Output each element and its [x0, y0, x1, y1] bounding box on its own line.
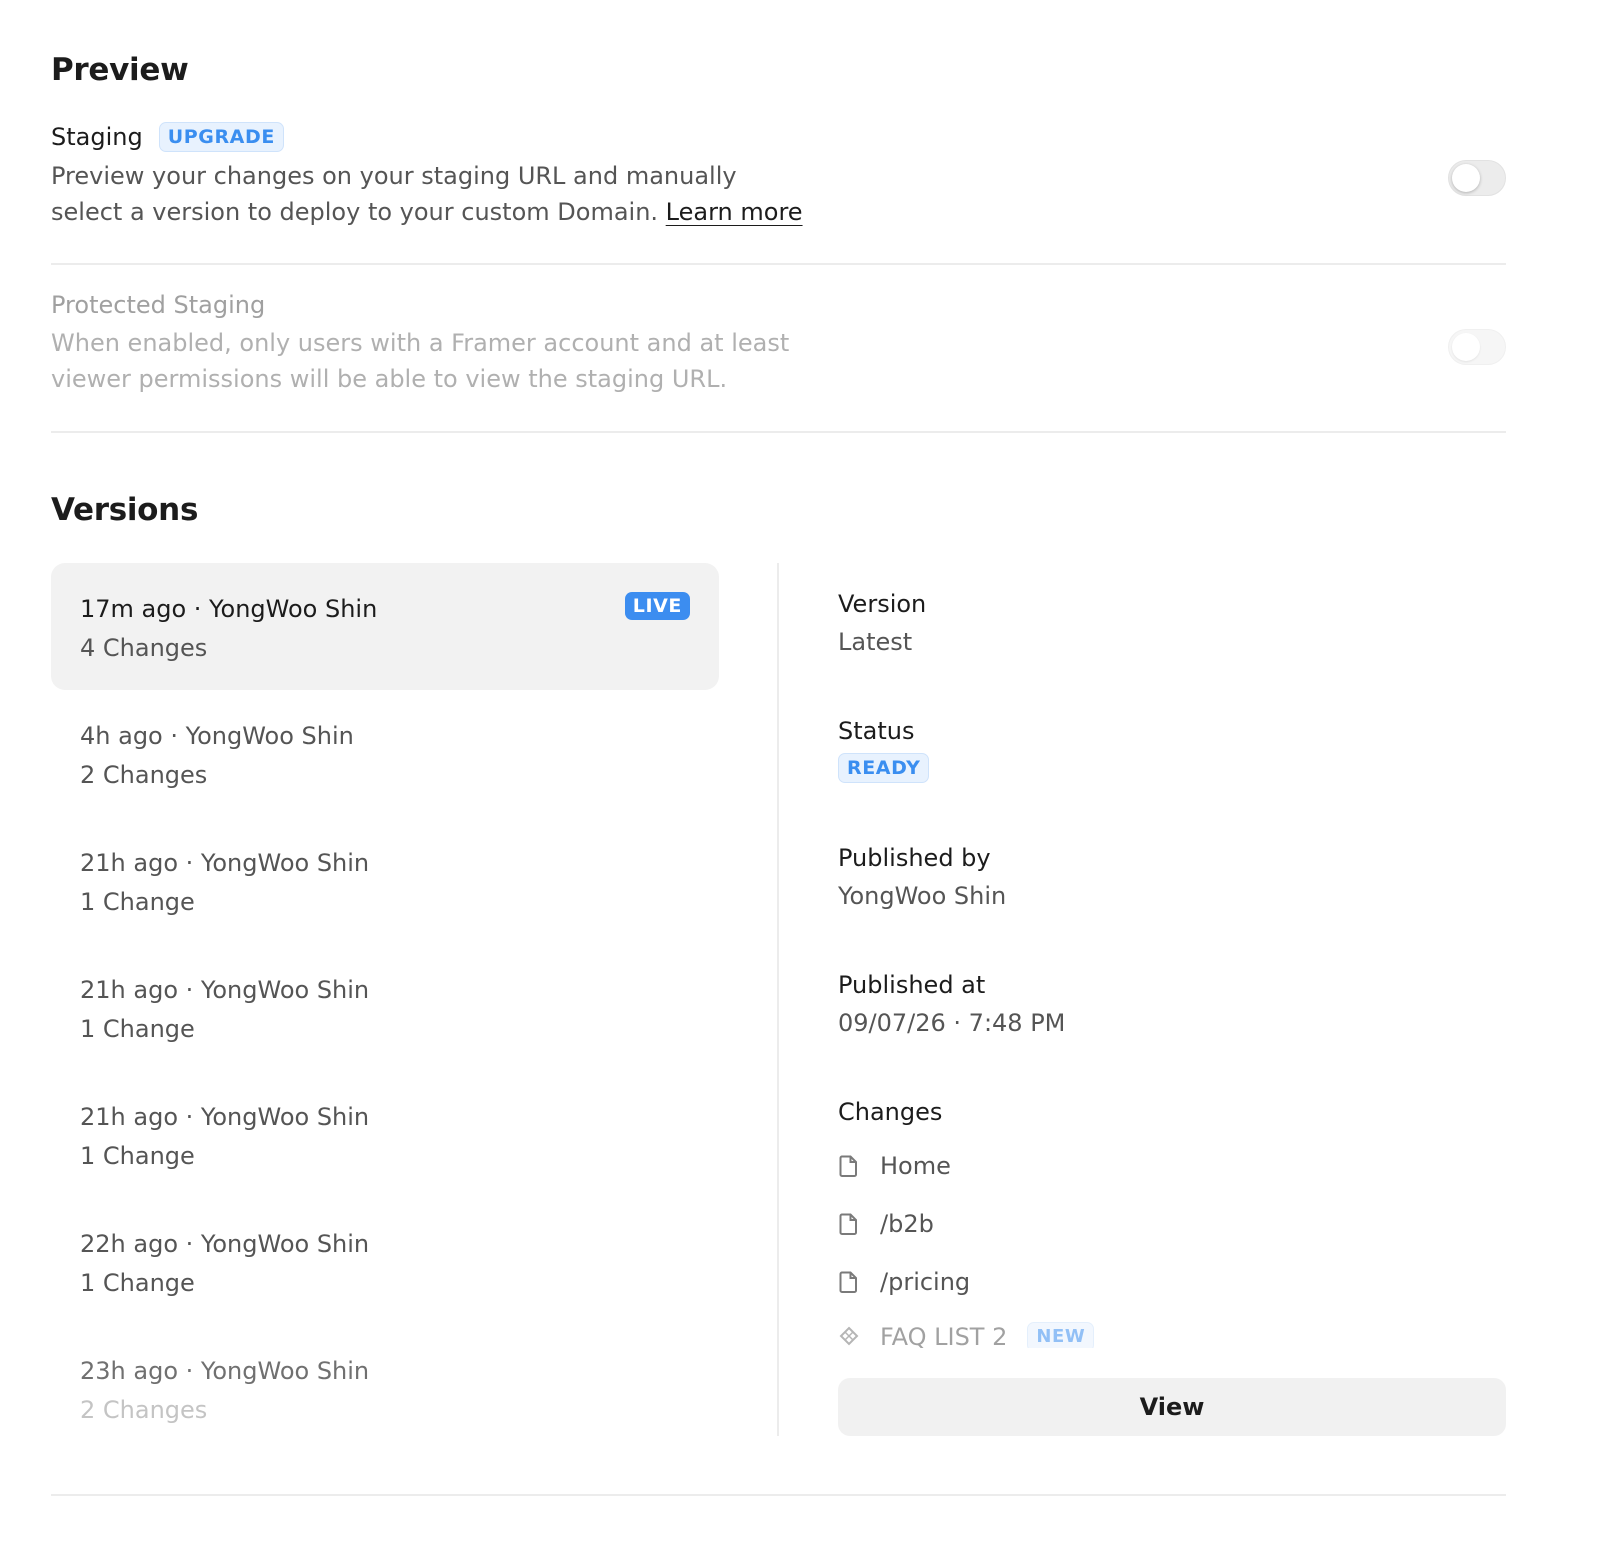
change-item[interactable]: /pricing	[838, 1268, 970, 1296]
staging-desc-line1: Preview your changes on your staging URL…	[51, 162, 737, 190]
published-at-value: 09/07/26 · 7:48 PM	[838, 1009, 1066, 1037]
detail-published-at: Published at 09/07/26 · 7:48 PM	[838, 971, 1065, 1037]
staging-desc-text: select a version to deploy to your custo…	[51, 198, 659, 226]
change-name: /pricing	[880, 1268, 971, 1296]
staging-label: Staging	[51, 123, 143, 151]
preview-heading: Preview	[51, 52, 189, 88]
toggle-knob	[1452, 333, 1480, 361]
version-item[interactable]: 21h ago · YongWoo Shin 1 Change	[51, 944, 719, 1071]
version-changes: 2 Changes	[80, 1396, 208, 1424]
version-value: Latest	[838, 628, 913, 656]
version-item[interactable]: 23h ago · YongWoo Shin 2 Changes	[51, 1325, 719, 1436]
staging-setting: Staging UPGRADE Preview your changes on …	[51, 122, 803, 230]
upgrade-badge[interactable]: UPGRADE	[158, 122, 284, 152]
staging-description: Preview your changes on your staging URL…	[51, 158, 803, 230]
protected-desc-line2: viewer permissions will be able to view …	[51, 365, 728, 393]
divider	[51, 263, 1506, 265]
toggle-knob	[1452, 164, 1480, 192]
new-badge: NEW	[1027, 1322, 1095, 1348]
version-title: 17m ago · YongWoo Shin	[80, 595, 378, 623]
change-name: Home	[880, 1152, 951, 1180]
protected-staging-setting: Protected Staging When enabled, only use…	[51, 291, 789, 397]
version-changes: 1 Change	[80, 1015, 195, 1043]
change-item[interactable]: /b2b	[838, 1210, 934, 1238]
component-icon	[838, 1325, 860, 1348]
staging-desc-line2: select a version to deploy to your custo…	[51, 194, 803, 230]
protected-desc-line1: When enabled, only users with a Framer a…	[51, 329, 790, 357]
status-label: Status	[838, 717, 915, 745]
staging-toggle[interactable]	[1448, 160, 1506, 196]
version-changes: 1 Change	[80, 1269, 195, 1297]
version-item[interactable]: 22h ago · YongWoo Shin 1 Change	[51, 1198, 719, 1325]
version-label: Version	[838, 590, 927, 618]
change-name: /b2b	[880, 1210, 934, 1238]
page-icon	[838, 1212, 860, 1236]
version-title: 23h ago · YongWoo Shin	[80, 1357, 370, 1385]
protected-staging-description: When enabled, only users with a Framer a…	[51, 325, 789, 397]
published-by-value: YongWoo Shin	[838, 882, 1007, 910]
page-icon	[838, 1270, 860, 1294]
version-title: 21h ago · YongWoo Shin	[80, 849, 370, 877]
change-name: FAQ LIST 2	[880, 1323, 1008, 1348]
version-changes: 2 Changes	[80, 761, 208, 789]
changes-heading-wrap: Changes	[838, 1098, 942, 1126]
version-title: 21h ago · YongWoo Shin	[80, 976, 370, 1004]
version-item[interactable]: 21h ago · YongWoo Shin 1 Change	[51, 1071, 719, 1198]
version-title: 4h ago · YongWoo Shin	[80, 722, 354, 750]
version-changes: 1 Change	[80, 1142, 195, 1170]
divider	[51, 1494, 1506, 1496]
detail-status: Status READY	[838, 717, 930, 783]
learn-more-link[interactable]: Learn more	[666, 198, 803, 226]
version-item[interactable]: 21h ago · YongWoo Shin 1 Change	[51, 817, 719, 944]
status-badge: READY	[838, 753, 930, 783]
detail-published-by: Published by YongWoo Shin	[838, 844, 1006, 910]
protected-staging-label: Protected Staging	[51, 291, 266, 319]
change-item[interactable]: Home	[838, 1152, 951, 1180]
published-by-label: Published by	[838, 844, 991, 872]
published-at-label: Published at	[838, 971, 986, 999]
divider	[51, 431, 1506, 433]
detail-version: Version Latest	[838, 590, 926, 656]
change-item: FAQ LIST 2 NEW	[838, 1322, 1506, 1348]
version-item[interactable]: 4h ago · YongWoo Shin 2 Changes	[51, 690, 719, 817]
column-divider	[777, 563, 779, 1436]
versions-heading: Versions	[51, 492, 199, 528]
version-title: 21h ago · YongWoo Shin	[80, 1103, 370, 1131]
version-changes: 1 Change	[80, 888, 195, 916]
change-item-clipped[interactable]: FAQ LIST 2 NEW	[838, 1322, 1506, 1348]
version-title: 22h ago · YongWoo Shin	[80, 1230, 370, 1258]
changes-heading: Changes	[838, 1098, 943, 1126]
live-badge: LIVE	[624, 592, 690, 620]
version-changes: 4 Changes	[80, 634, 208, 662]
protected-staging-toggle[interactable]	[1448, 329, 1506, 365]
view-button[interactable]: View	[838, 1378, 1506, 1436]
version-item[interactable]: 17m ago · YongWoo Shin 4 Changes LIVE	[51, 563, 719, 690]
page-icon	[838, 1154, 860, 1178]
